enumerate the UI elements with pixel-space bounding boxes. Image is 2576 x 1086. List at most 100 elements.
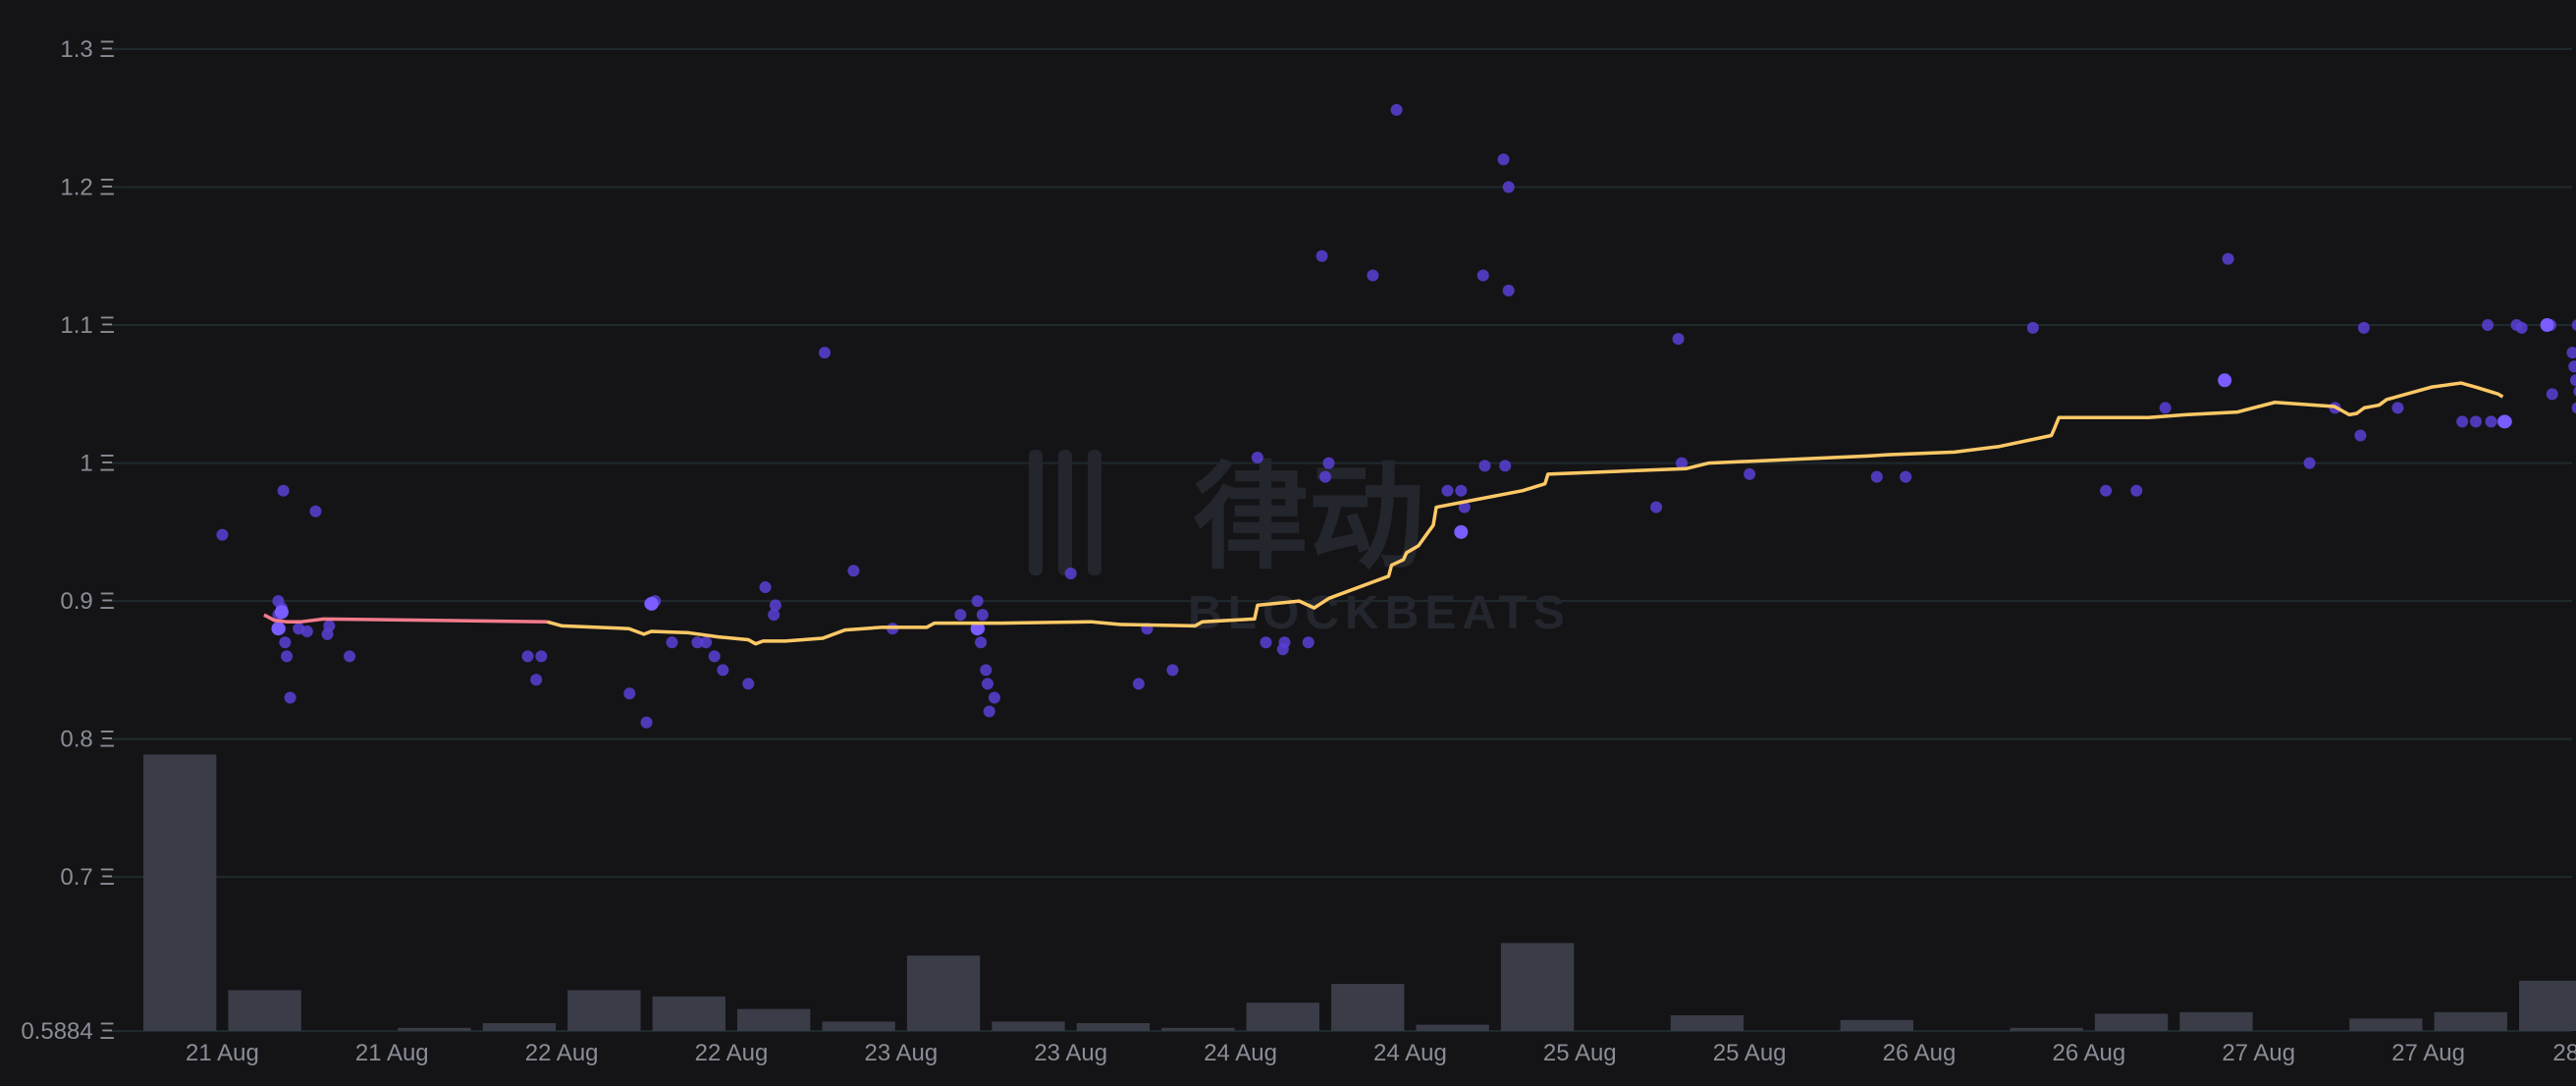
- sale-point: [2026, 321, 2039, 334]
- x-tick-label: 21 Aug: [186, 1040, 259, 1066]
- x-tick-label: 23 Aug: [864, 1040, 938, 1066]
- watermark-cn: 律动: [1193, 454, 1424, 583]
- x-tick-label: 25 Aug: [1543, 1040, 1617, 1066]
- sale-point: [2482, 319, 2495, 332]
- sale-point: [983, 705, 995, 718]
- sale-point-highlight: [2497, 414, 2512, 429]
- volume-bar: [398, 1027, 471, 1031]
- sale-point: [819, 347, 832, 359]
- sale-point: [309, 505, 322, 517]
- sale-point: [975, 636, 988, 649]
- sale-point: [742, 678, 755, 690]
- sale-point: [344, 650, 356, 663]
- x-tick-label: 26 Aug: [1883, 1040, 1957, 1066]
- y-tick-label: 0.5884 Ξ: [21, 1018, 115, 1045]
- y-tick-label: 1.3 Ξ: [60, 36, 115, 63]
- sale-point: [1322, 457, 1335, 469]
- volume-bar: [2094, 1013, 2169, 1031]
- sale-point-highlight: [274, 605, 289, 620]
- y-tick-label: 0.9 Ξ: [60, 588, 115, 615]
- volume-bar: [2349, 1018, 2423, 1031]
- volume-bar: [1840, 1019, 1913, 1031]
- sale-point: [2546, 388, 2558, 401]
- sale-point: [700, 636, 713, 649]
- sale-point: [666, 636, 678, 649]
- sale-point: [279, 636, 292, 649]
- sale-point: [1278, 636, 1291, 649]
- sale-point: [2100, 484, 2113, 497]
- sale-point: [2485, 415, 2497, 428]
- volume-bar: [1161, 1027, 1235, 1031]
- sale-point: [530, 674, 543, 686]
- sale-point-highlight: [1454, 524, 1469, 539]
- sale-point: [976, 609, 989, 622]
- volume-bar: [822, 1021, 895, 1031]
- y-tick-label: 1.1 Ξ: [60, 312, 115, 339]
- volume-bar: [992, 1021, 1065, 1031]
- volume-bar: [1670, 1015, 1744, 1031]
- sale-point: [2515, 321, 2528, 334]
- blockbeats-logo-icon: [1029, 450, 1101, 575]
- sale-point: [323, 620, 336, 632]
- sale-point: [708, 650, 721, 663]
- sale-point: [1319, 470, 1331, 483]
- volume-bar: [652, 996, 725, 1031]
- sale-point: [2391, 402, 2404, 414]
- sale-point: [1390, 103, 1403, 116]
- sale-point: [1367, 269, 1379, 282]
- sale-point: [1499, 460, 1512, 472]
- sale-point: [2456, 415, 2469, 428]
- sale-point: [759, 581, 772, 594]
- sale-point: [847, 565, 860, 577]
- volume-bar: [1416, 1024, 1489, 1031]
- x-tick-label: 26 Aug: [2052, 1040, 2125, 1066]
- sale-point: [2130, 484, 2143, 497]
- sale-point: [640, 716, 653, 729]
- x-tick-label: 21 Aug: [355, 1040, 429, 1066]
- x-tick-label: 24 Aug: [1204, 1040, 1277, 1066]
- sale-point: [277, 484, 290, 497]
- sale-point: [982, 678, 994, 690]
- sale-point: [623, 687, 636, 700]
- sale-point: [1744, 467, 1756, 480]
- x-tick-label: 27 Aug: [2222, 1040, 2295, 1066]
- sale-point: [300, 625, 313, 638]
- sale-point: [988, 691, 1000, 704]
- sale-point: [216, 528, 229, 541]
- sale-point: [1166, 664, 1179, 677]
- sale-point: [2357, 321, 2370, 334]
- sale-point: [717, 664, 729, 677]
- volume-bar: [906, 955, 981, 1031]
- sale-point: [281, 650, 294, 663]
- volume-bar: [143, 754, 217, 1031]
- sale-point: [1251, 451, 1263, 463]
- sale-point-highlight: [2540, 318, 2554, 333]
- volume-bar: [2519, 980, 2576, 1031]
- volume-bar: [2010, 1027, 2083, 1031]
- sale-point: [1650, 501, 1663, 514]
- sale-point-highlight: [2218, 373, 2232, 388]
- sale-point: [1315, 249, 1328, 262]
- sale-point-highlight: [644, 596, 659, 611]
- sale-point: [535, 650, 548, 663]
- sale-point: [2303, 457, 2316, 469]
- x-tick-label: 22 Aug: [525, 1040, 599, 1066]
- sale-point: [971, 595, 984, 608]
- sale-point: [2159, 402, 2172, 414]
- sale-point: [2469, 415, 2482, 428]
- watermark-en: BLOCKBEATS: [1188, 587, 1571, 639]
- x-tick-label: 28 Aug: [2552, 1040, 2576, 1066]
- volume-bar: [2179, 1011, 2253, 1031]
- x-tick-label: 25 Aug: [1713, 1040, 1787, 1066]
- x-tick-label: 22 Aug: [695, 1040, 769, 1066]
- sale-point: [1132, 678, 1145, 690]
- sale-point: [769, 599, 781, 612]
- sale-point: [1502, 284, 1515, 297]
- volume-bar: [1246, 1003, 1319, 1031]
- sale-point-highlight: [271, 622, 286, 636]
- sale-point: [1672, 333, 1685, 346]
- volume-bar: [228, 990, 301, 1031]
- sale-point: [1441, 484, 1454, 497]
- sale-point: [521, 650, 534, 663]
- y-tick-label: 0.8 Ξ: [60, 727, 115, 753]
